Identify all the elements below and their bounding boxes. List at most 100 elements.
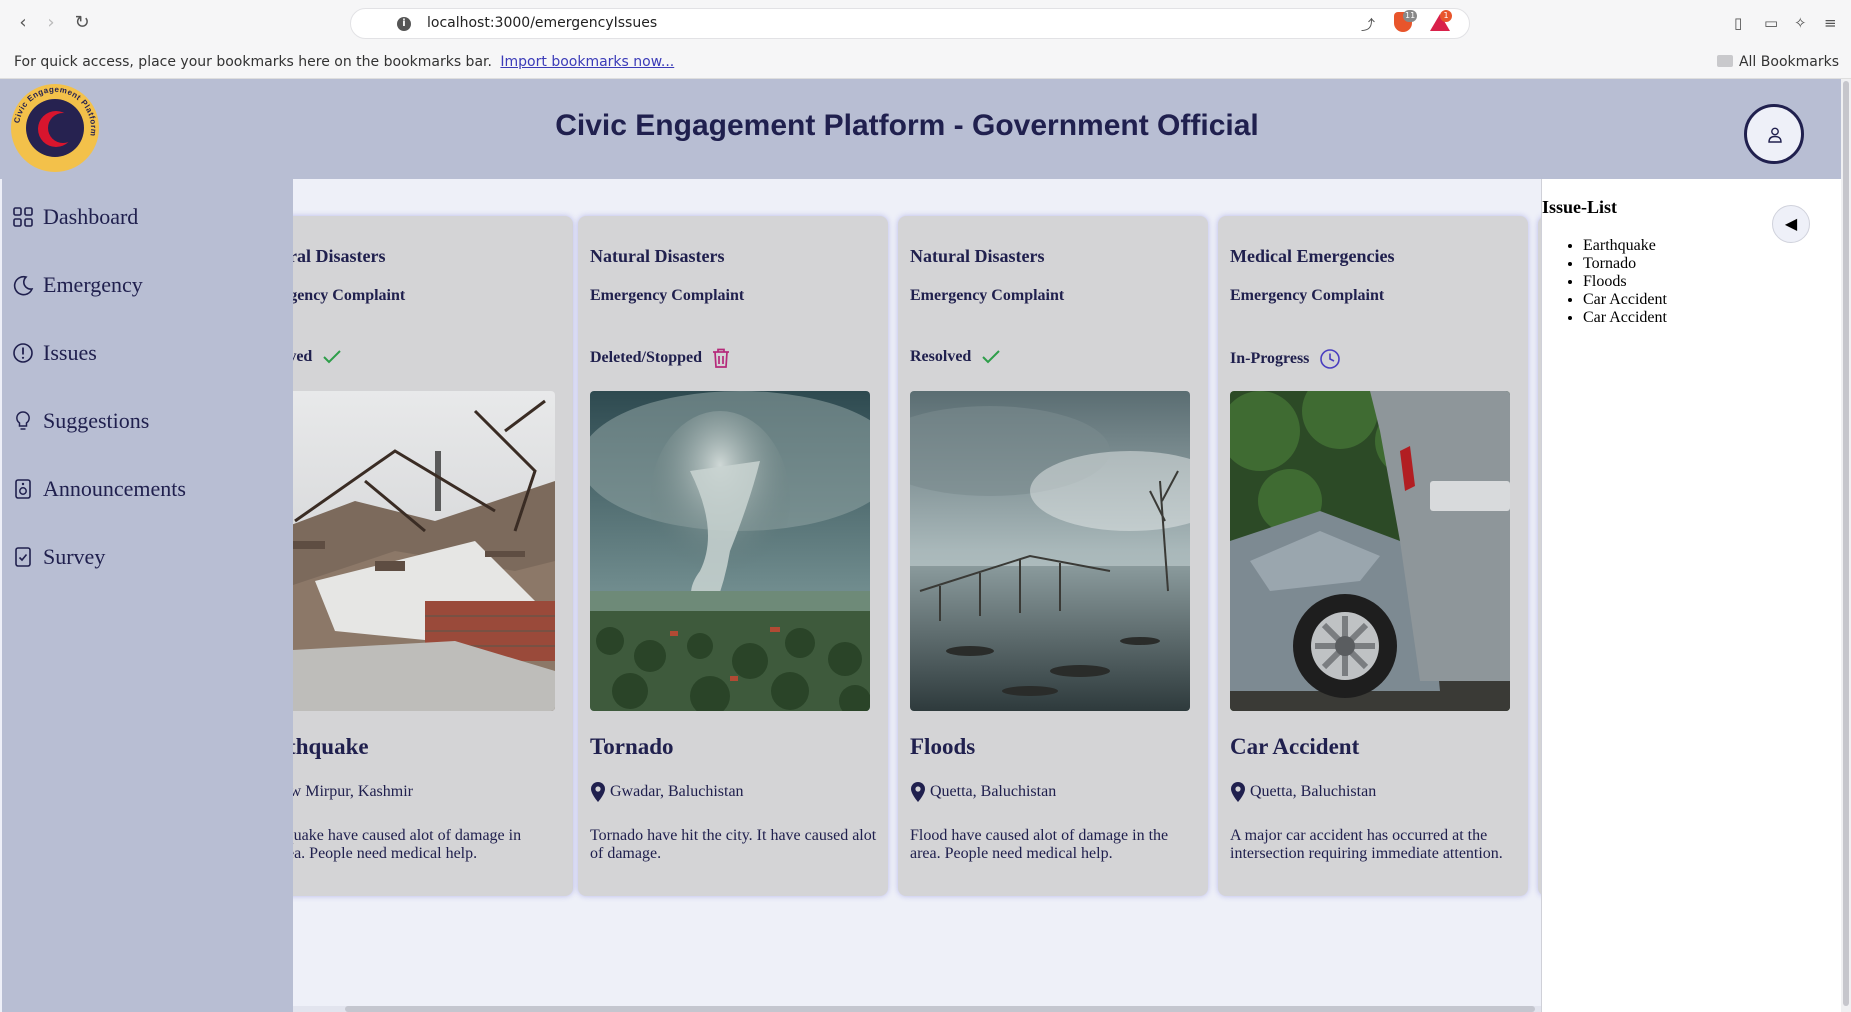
- issue-card-floods[interactable]: Natural Disasters Emergency Complaint Re…: [898, 216, 1208, 896]
- status-text: In-Progress: [1230, 350, 1310, 367]
- card-title: Earthquake: [293, 734, 369, 759]
- card-category: Natural Disasters: [590, 246, 725, 266]
- sidebar-item-emergency[interactable]: Emergency: [12, 269, 143, 301]
- issue-card-car-accident[interactable]: Medical Emergencies Emergency Complaint …: [1218, 216, 1528, 896]
- folder-icon: [1716, 55, 1733, 67]
- sidebar-item-announcements[interactable]: Announcements: [12, 473, 186, 505]
- card-status: Deleted/Stopped: [590, 348, 730, 368]
- horizontal-scrollbar-thumb[interactable]: [345, 1006, 1535, 1012]
- list-item[interactable]: Floods: [1583, 273, 1667, 291]
- car-accident-image: [1230, 391, 1510, 711]
- list-item[interactable]: Tornado: [1583, 255, 1667, 273]
- sidebar-item-issues[interactable]: Issues: [12, 337, 97, 369]
- issue-list-heading: Issue-List: [1542, 197, 1618, 217]
- app-header: Civic Engagement Platform Civic Engageme…: [0, 79, 1841, 179]
- check-icon: [322, 349, 342, 365]
- site-info-icon[interactable]: i: [397, 17, 411, 31]
- card-location: Gwadar, Baluchistan: [590, 782, 744, 802]
- page-scrollbar-thumb[interactable]: [1843, 81, 1849, 1006]
- card-location: New Mirpur, Kashmir: [293, 782, 413, 802]
- issue-card-tornado[interactable]: Natural Disasters Emergency Complaint De…: [578, 216, 888, 896]
- card-title: Floods: [910, 734, 976, 759]
- grid-icon: [12, 205, 34, 229]
- sidebar-item-label: Emergency: [43, 272, 143, 297]
- card-type: Emergency Complaint: [293, 287, 406, 304]
- all-bookmarks-label: All Bookmarks: [1738, 54, 1839, 70]
- card-type: Emergency Complaint: [590, 287, 745, 304]
- list-item[interactable]: Car Accident: [1583, 291, 1667, 309]
- location-text: Gwadar, Baluchistan: [610, 783, 744, 800]
- browser-toolbar: ‹ › ↻ i localhost:3000/emergencyIssues ⤴…: [0, 0, 1851, 47]
- address-bar[interactable]: i localhost:3000/emergencyIssues ⤴: [350, 8, 1470, 39]
- issue-list: Earthquake Tornado Floods Car Accident C…: [1583, 237, 1667, 327]
- floods-image: [910, 391, 1190, 711]
- sidebar-item-dashboard[interactable]: Dashboard: [12, 201, 138, 233]
- card-description: Flood have caused alot of damage in the …: [910, 827, 1169, 862]
- card-status: Resolved: [293, 348, 342, 366]
- import-bookmarks-link[interactable]: Import bookmarks now...: [500, 54, 674, 70]
- collapse-panel-button[interactable]: ◀: [1772, 205, 1810, 243]
- issue-list-panel: Issue-List Earthquake Tornado Floods Car…: [1541, 179, 1841, 1012]
- card-category: Medical Emergencies: [1230, 246, 1395, 266]
- emergency-issues-list: Natural Disasters Emergency Complaint Re…: [293, 179, 1541, 1012]
- user-icon: [1768, 127, 1782, 143]
- card-category: Natural Disasters: [910, 246, 1045, 266]
- all-bookmarks-button[interactable]: All Bookmarks: [1716, 54, 1839, 70]
- card-type: Emergency Complaint: [910, 287, 1065, 304]
- sidebar-item-label: Suggestions: [43, 408, 150, 433]
- sidebar-item-label: Dashboard: [43, 204, 139, 229]
- rewards-badge: 1: [1440, 10, 1452, 22]
- sidebar-item-survey[interactable]: Survey: [12, 541, 105, 573]
- sidebar-item-suggestions[interactable]: Suggestions: [12, 405, 149, 437]
- card-description: Earthquake have caused alot of damage in…: [293, 827, 522, 862]
- location-pin-icon: [910, 782, 926, 802]
- back-icon[interactable]: ‹: [12, 12, 34, 34]
- status-text: Resolved: [293, 348, 313, 365]
- location-pin-icon: [590, 782, 606, 802]
- bookmarks-bar: For quick access, place your bookmarks h…: [0, 47, 1851, 79]
- issue-card-earthquake[interactable]: Natural Disasters Emergency Complaint Re…: [293, 216, 573, 896]
- location-text: Quetta, Baluchistan: [1250, 783, 1377, 800]
- wallet-icon[interactable]: ▭: [1764, 14, 1778, 32]
- card-title: Tornado: [590, 734, 674, 759]
- leo-ai-icon[interactable]: ✧: [1794, 14, 1807, 32]
- earthquake-image: [293, 391, 555, 711]
- card-location: Quetta, Baluchistan: [1230, 782, 1376, 802]
- sidebar: Dashboard Emergency Issues Suggestions A…: [2, 179, 293, 1012]
- share-icon[interactable]: ⤴: [1361, 15, 1375, 35]
- menu-icon[interactable]: ≡: [1824, 14, 1837, 32]
- status-text: Resolved: [910, 348, 972, 365]
- url-text[interactable]: localhost:3000/emergencyIssues: [427, 15, 657, 31]
- sidebar-item-label: Survey: [43, 544, 106, 569]
- location-text: New Mirpur, Kashmir: [293, 783, 413, 800]
- clipboard-check-icon: [12, 545, 34, 569]
- card-title: Car Accident: [1230, 734, 1360, 759]
- brave-shield-badge: 11: [1403, 10, 1418, 22]
- bookmarks-prompt: For quick access, place your bookmarks h…: [14, 54, 492, 70]
- profile-button[interactable]: [1744, 104, 1804, 164]
- card-location: Quetta, Baluchistan: [910, 782, 1056, 802]
- card-status: Resolved: [910, 348, 1001, 366]
- sidebar-toggle-icon[interactable]: ▯: [1734, 14, 1742, 32]
- moon-icon: [12, 273, 34, 297]
- reload-icon[interactable]: ↻: [71, 12, 93, 34]
- exclamation-circle-icon: [12, 341, 34, 365]
- card-type: Emergency Complaint: [1230, 287, 1385, 304]
- forward-icon[interactable]: ›: [40, 12, 62, 34]
- trash-icon: [712, 348, 730, 368]
- status-text: Deleted/Stopped: [590, 349, 702, 366]
- list-item[interactable]: Earthquake: [1583, 237, 1667, 255]
- card-description: A major car accident has occurred at the…: [1230, 827, 1503, 862]
- speaker-icon: [12, 477, 34, 501]
- card-status: In-Progress: [1230, 348, 1341, 370]
- sidebar-item-label: Announcements: [43, 476, 186, 501]
- card-category: Natural Disasters: [293, 246, 386, 266]
- check-icon: [981, 349, 1001, 365]
- tornado-image: [590, 391, 870, 711]
- card-description: Tornado have hit the city. It have cause…: [590, 827, 877, 862]
- location-pin-icon: [1230, 782, 1246, 802]
- location-text: Quetta, Baluchistan: [930, 783, 1057, 800]
- list-item[interactable]: Car Accident: [1583, 309, 1667, 327]
- sidebar-item-label: Issues: [43, 340, 97, 365]
- clock-icon: [1319, 348, 1341, 370]
